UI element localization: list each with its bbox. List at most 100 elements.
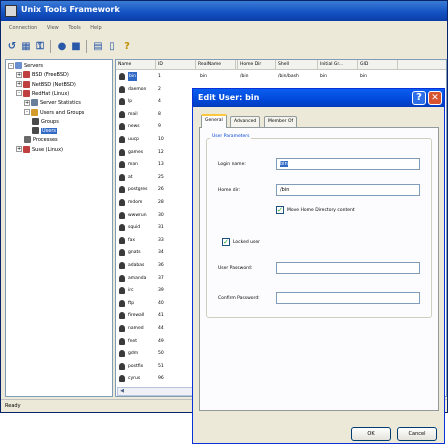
toolbar-separator xyxy=(50,40,51,53)
tree-item[interactable]: Groups xyxy=(32,117,59,126)
tree-item[interactable]: + BSD (FreeBSD) xyxy=(16,71,69,79)
tab-member-of[interactable]: Member Of xyxy=(264,116,298,127)
tree-item[interactable]: - RedHat (Linux) xyxy=(16,89,70,98)
tree-item-label: Servers xyxy=(24,63,44,69)
tree-node-icon xyxy=(23,71,30,79)
close-button[interactable]: ✕ xyxy=(428,91,442,105)
expander-icon[interactable]: + xyxy=(16,71,22,78)
users-icon[interactable]: ● xyxy=(55,40,69,53)
tab-general[interactable]: General xyxy=(201,114,227,128)
tree-item-label: NetBSD (NetBSD) xyxy=(32,81,76,88)
move-home-checkbox[interactable]: ✓ xyxy=(276,206,284,214)
user-icon xyxy=(119,362,125,370)
help-button[interactable]: ? xyxy=(412,91,426,105)
column-home-dir[interactable]: Home Dir xyxy=(238,60,276,70)
tree-item[interactable]: + Server Statistics xyxy=(24,99,81,107)
horizontal-scrollbar[interactable]: ◀ xyxy=(117,387,197,396)
tree-item[interactable]: + Suse (Linux) xyxy=(16,145,63,154)
tree-item-label: RedHat (Linux) xyxy=(32,90,70,97)
server-icon[interactable]: ▦ xyxy=(19,40,33,53)
expander-icon[interactable]: + xyxy=(24,99,30,106)
menu-view[interactable]: View xyxy=(47,25,59,31)
row-name: fnet xyxy=(128,338,137,344)
tree-item[interactable]: - Servers xyxy=(8,62,43,70)
tree-item[interactable]: Processes xyxy=(24,136,58,144)
row-id: 39 xyxy=(158,288,164,294)
login-name-field[interactable]: bin xyxy=(276,158,420,170)
user-icon xyxy=(119,325,125,332)
user-icon xyxy=(119,337,125,345)
row-id: 12 xyxy=(158,149,164,155)
expander-icon[interactable]: - xyxy=(24,109,30,115)
row-id: 31 xyxy=(158,225,164,231)
row-id: 33 xyxy=(158,237,164,243)
column-initial-group[interactable]: Initial Gr... xyxy=(318,60,358,70)
tree-node-icon xyxy=(23,145,30,153)
row-name: squid xyxy=(128,225,141,231)
tree-item[interactable]: Users xyxy=(32,127,58,135)
row-name: uucp xyxy=(128,137,140,142)
row-name: mdom xyxy=(128,200,143,205)
tree-item[interactable]: + NetBSD (NetBSD) xyxy=(16,80,76,89)
user-icon xyxy=(119,375,125,383)
user-icon xyxy=(119,186,125,194)
tree-node-icon xyxy=(32,117,39,125)
table-row[interactable]: bin 1 bin /bin /bin/bash bin bin xyxy=(116,72,446,81)
column-shell[interactable]: Shell xyxy=(276,60,318,70)
user-icon xyxy=(119,110,125,118)
confirm-password-field[interactable] xyxy=(276,292,420,304)
ok-button[interactable]: OK xyxy=(351,427,391,441)
column-id[interactable]: ID xyxy=(156,60,196,70)
locked-user-label: Locked user xyxy=(233,240,260,245)
help-icon[interactable]: ? xyxy=(120,40,134,53)
row-name: postfix xyxy=(128,363,144,369)
row-name: amanda xyxy=(128,275,147,281)
user-icon xyxy=(119,123,125,131)
group-icon[interactable]: ■ xyxy=(69,40,83,53)
user-password-field[interactable] xyxy=(276,262,420,274)
tree-item-label: Groups xyxy=(41,118,59,125)
expander-icon[interactable]: + xyxy=(16,81,22,88)
row-id: 4 xyxy=(158,99,161,105)
scroll-left-icon[interactable]: ◀ xyxy=(118,388,126,395)
tree-item-label: Server Statistics xyxy=(40,100,81,107)
connect-icon[interactable]: ↺ xyxy=(5,40,19,53)
menu-tools[interactable]: Tools xyxy=(68,25,80,31)
tree-item[interactable]: - Users and Groups xyxy=(24,108,84,117)
user-icon xyxy=(119,274,125,282)
tree-node-icon xyxy=(32,127,39,135)
key-icon[interactable]: ⚿ xyxy=(33,40,47,53)
home-dir-field[interactable]: /bin xyxy=(276,184,420,196)
user-icon xyxy=(119,299,125,307)
locked-user-checkbox[interactable]: ✓ xyxy=(222,238,230,246)
row-name: man xyxy=(128,162,138,168)
row-id: 34 xyxy=(158,250,164,256)
tree-item-label: Suse (Linux) xyxy=(32,146,63,153)
row-id: 28 xyxy=(158,200,164,205)
row-name: named xyxy=(128,326,144,331)
home-dir-label: Home dir: xyxy=(218,188,241,193)
menu-connection[interactable]: Connection xyxy=(9,25,37,31)
network-icon[interactable]: ▯ xyxy=(105,40,119,53)
expander-icon[interactable]: + xyxy=(16,146,22,153)
column-gid[interactable]: GID xyxy=(358,60,398,70)
row-id: 51 xyxy=(158,363,164,369)
tree-node-icon xyxy=(15,62,22,69)
column-name[interactable]: Name xyxy=(116,60,156,70)
tree-node-icon xyxy=(23,80,30,88)
user-icon xyxy=(119,236,125,244)
menu-help[interactable]: Help xyxy=(90,25,101,31)
column-realname[interactable]: RealName xyxy=(196,60,238,70)
row-id: 96 xyxy=(158,376,164,382)
expander-icon[interactable]: - xyxy=(16,90,22,97)
login-name-value: bin xyxy=(280,161,288,167)
row-name: news xyxy=(128,124,140,130)
expander-icon[interactable]: - xyxy=(8,62,14,69)
server-tree[interactable]: - Servers + BSD (FreeBSD) + NetBSD (NetBSD) - R… xyxy=(5,59,113,397)
cancel-button[interactable]: Cancel xyxy=(397,427,437,441)
properties-icon[interactable]: ▤ xyxy=(91,40,105,53)
user-icon xyxy=(119,73,125,80)
user-password-label: User Password: xyxy=(218,266,253,271)
tab-advanced[interactable]: Advanced xyxy=(230,116,261,127)
list-header: Name ID RealName Home Dir Shell Initial … xyxy=(116,60,446,70)
